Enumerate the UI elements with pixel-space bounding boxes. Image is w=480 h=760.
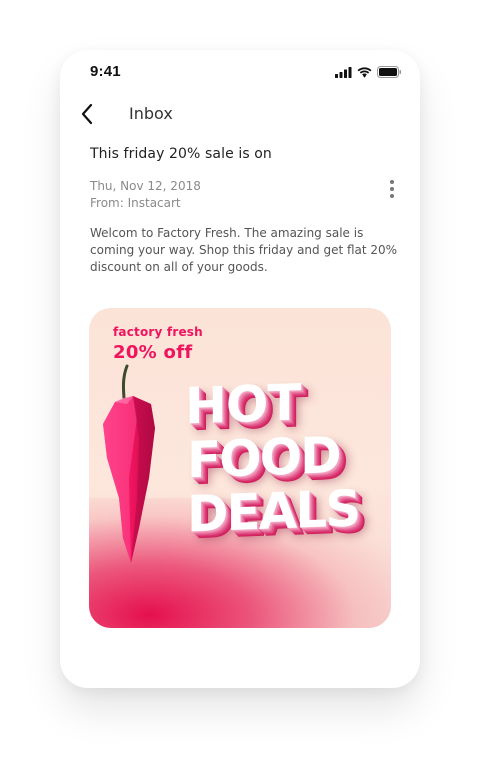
- status-time: 9:41: [90, 63, 121, 80]
- banner-headline: HOT FOOD DEALS: [185, 373, 385, 543]
- chili-pepper-illustration: [103, 364, 155, 563]
- email-date: Thu, Nov 12, 2018: [90, 179, 201, 193]
- email-from: From: Instacart: [90, 196, 181, 210]
- more-vertical-icon-dot: [390, 194, 394, 198]
- more-options-button[interactable]: [386, 179, 398, 199]
- banner-brand: factory fresh: [113, 325, 203, 339]
- email-subject: This friday 20% sale is on: [90, 146, 272, 162]
- wifi-icon: [357, 66, 372, 78]
- back-button[interactable]: [76, 100, 104, 128]
- promo-banner-image[interactable]: factory fresh 20% off HOT FOOD DEALS: [89, 308, 391, 628]
- banner-offer: 20% off: [113, 342, 193, 363]
- headline-line-2: FOOD: [187, 426, 340, 490]
- phone-frame: 9:41 Inbox This friday 20% sale is on Th…: [60, 50, 420, 688]
- more-vertical-icon: [390, 180, 394, 184]
- headline-line-3: DEALS: [187, 479, 360, 544]
- nav-title: Inbox: [129, 104, 173, 123]
- headline-line-1: HOT: [185, 373, 301, 436]
- status-bar: 9:41: [60, 50, 420, 96]
- battery-icon: [377, 66, 402, 78]
- email-body: Welcom to Factory Fresh. The amazing sal…: [90, 226, 398, 274]
- more-vertical-icon-dot: [390, 187, 394, 191]
- chevron-left-icon: [81, 103, 93, 125]
- email-meta: Thu, Nov 12, 2018 From: Instacart: [90, 178, 201, 212]
- signal-icon: [335, 66, 352, 78]
- status-icons: [335, 66, 402, 78]
- nav-bar: Inbox: [60, 94, 420, 134]
